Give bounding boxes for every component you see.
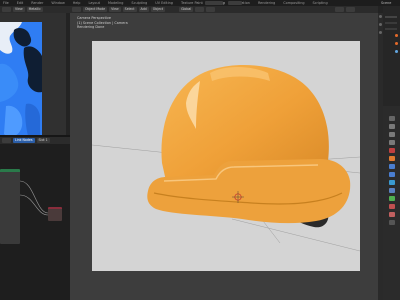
tab-compositing[interactable]: Compositing [283,1,304,5]
select-menu[interactable]: Select [122,7,137,12]
object-icon [395,34,398,37]
tab-modeling[interactable]: Modeling [108,1,123,5]
outliner-row[interactable] [385,22,397,24]
output-properties-tab[interactable] [389,132,395,137]
camera-icon [395,50,398,53]
object-mode-dropdown[interactable]: Object Mode [83,7,108,12]
object-properties-tab[interactable] [389,156,395,161]
transform-orientation-dropdown[interactable]: Global [179,7,194,12]
image-view-menu[interactable]: View [13,7,25,12]
tool-properties-tab[interactable] [389,116,395,121]
menu-file[interactable]: File [3,1,9,5]
material-properties-tab[interactable] [389,204,395,209]
menu-edit[interactable]: Edit [17,1,24,5]
add-menu[interactable]: Add [138,7,149,12]
camera-frame [91,41,361,271]
render-properties-tab[interactable] [389,124,395,129]
texture-properties-tab[interactable] [389,212,395,217]
tab-rendering[interactable]: Rendering [258,1,275,5]
image-editor-header: View Metallic [0,6,70,13]
outliner[interactable] [383,6,400,106]
outliner-row[interactable] [385,28,397,30]
editor-type-button[interactable] [2,7,11,12]
orbit-gizmo-icon[interactable] [379,15,382,18]
menu-window[interactable]: Window [51,1,64,5]
scene-selector[interactable] [205,0,223,5]
world-properties-tab[interactable] [389,148,395,153]
tab-texture-paint[interactable]: Texture Paint [181,1,203,5]
tab-sculpting[interactable]: Sculpting [131,1,147,5]
image-editor[interactable] [0,13,66,145]
data-properties-tab[interactable] [389,196,395,201]
node-editor[interactable]: Link Nodes Slot 1 [0,137,70,300]
scene-label: Scene [381,0,392,5]
extra-properties-tab[interactable] [389,220,395,225]
proportional-edit-toggle[interactable] [206,7,216,12]
shading-mode-toggle[interactable] [346,7,356,12]
outliner-row[interactable] [385,16,397,18]
view-menu[interactable]: View [109,7,121,12]
constraint-properties-tab[interactable] [389,188,395,193]
object-menu[interactable]: Object [150,7,166,12]
image-name-field[interactable]: Metallic [26,7,43,12]
object-icon [395,42,398,45]
properties-panel[interactable] [383,106,400,300]
menu-render[interactable]: Render [31,1,43,5]
helmet-render [91,65,361,252]
camera-info-line-3: Rendering Done [77,25,105,30]
physics-properties-tab[interactable] [389,180,395,185]
tab-layout[interactable]: Layout [88,1,100,5]
snap-toggle[interactable] [195,7,205,12]
tab-scripting[interactable]: Scripting [313,1,328,5]
camera-info-overlay: Camera Perspective (1) Scene Collection … [77,16,128,30]
node-links [19,180,49,216]
scene-properties-tab[interactable] [389,140,395,145]
particle-properties-tab[interactable] [389,172,395,177]
tab-uv-editing[interactable]: UV Editing [155,1,173,5]
pan-icon[interactable] [379,31,382,34]
viewport-editor-type-button[interactable] [72,7,81,12]
view-layer-selector[interactable] [228,0,242,5]
uv-texture-image [0,22,42,145]
overlay-toggle[interactable] [335,7,345,12]
3d-viewport[interactable]: Camera Perspective (1) Scene Collection … [70,13,378,300]
menu-help[interactable]: Help [73,1,81,5]
modifier-properties-tab[interactable] [389,164,395,169]
viewport-header: Object Mode View Select Add Object Globa… [70,6,378,13]
zoom-icon[interactable] [379,23,382,26]
